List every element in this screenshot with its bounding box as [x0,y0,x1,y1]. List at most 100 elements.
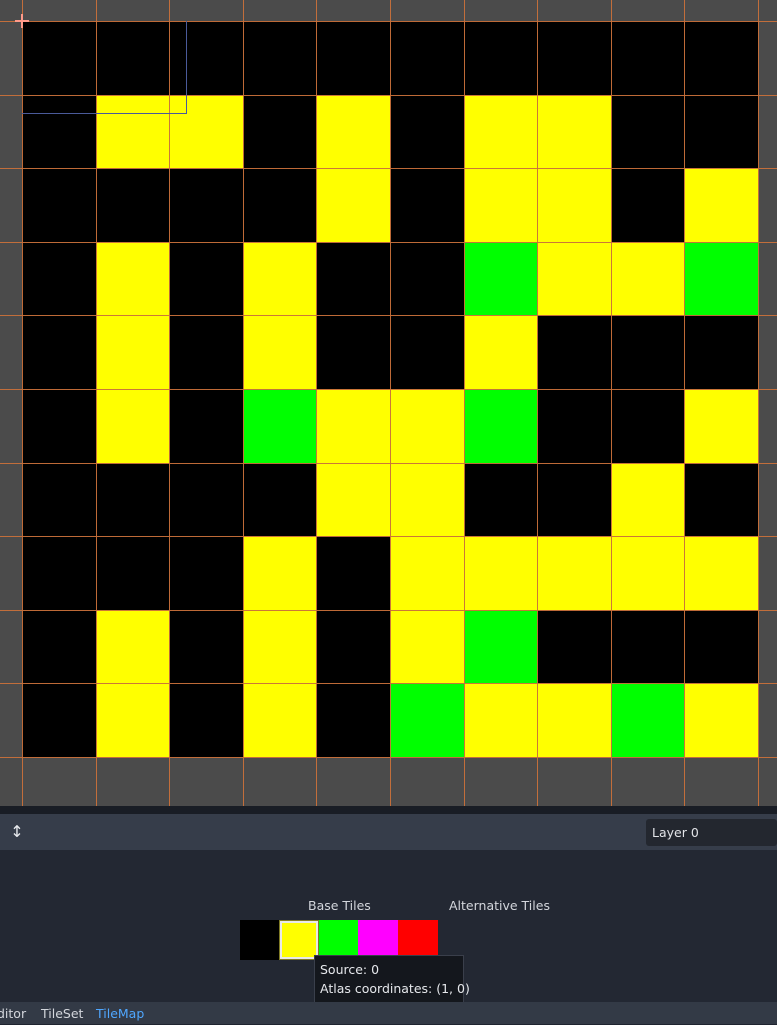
tile-cell[interactable] [463,168,538,243]
panel-splitter[interactable] [0,806,777,814]
tile-cell[interactable] [169,609,244,684]
tile-cell[interactable] [537,609,612,684]
tile-swatch[interactable] [279,920,320,960]
tile-cell[interactable] [242,94,317,169]
tile-cell[interactable] [610,609,685,684]
tile-cell[interactable] [463,389,538,463]
tile-cell[interactable] [610,94,685,169]
tile-cell[interactable] [463,683,538,758]
tile-cell[interactable] [316,536,391,611]
tile-cell[interactable] [537,536,612,611]
tile-cell[interactable] [390,241,464,316]
tab-tilemap[interactable]: TileMap [96,1003,144,1025]
tile-cell[interactable] [169,536,244,611]
tile-cell[interactable] [22,168,96,243]
tile-cell[interactable] [242,315,317,390]
tile-cell[interactable] [390,609,464,684]
tile-cell[interactable] [684,241,759,316]
tile-cell[interactable] [169,462,244,537]
tile-cell[interactable] [610,168,685,243]
tab-editor[interactable]: ditor [0,1003,26,1025]
tile-cell[interactable] [242,462,317,537]
tile-cell[interactable] [463,21,538,95]
tile-cell[interactable] [242,609,317,684]
tile-cell[interactable] [95,94,170,169]
tile-cell[interactable] [463,609,538,684]
tile-cell[interactable] [463,315,538,390]
tile-cell[interactable] [95,168,170,243]
tile-cell[interactable] [169,168,244,243]
tile-cell[interactable] [390,21,464,95]
tile-cell[interactable] [537,462,612,537]
tile-cell[interactable] [537,315,612,390]
tile-cell[interactable] [316,241,391,316]
tile-cell[interactable] [537,389,612,463]
tile-cell[interactable] [22,241,96,316]
tile-cell[interactable] [537,21,612,95]
tile-cell[interactable] [316,21,391,95]
tile-cell[interactable] [95,389,170,463]
tile-cell[interactable] [242,21,317,95]
tile-cell[interactable] [684,683,759,758]
tile-cell[interactable] [242,536,317,611]
tile-cell[interactable] [463,536,538,611]
tile-cell[interactable] [316,315,391,390]
tile-cell[interactable] [169,389,244,463]
tile-cell[interactable] [390,315,464,390]
tile-cell[interactable] [316,462,391,537]
tile-cell[interactable] [390,94,464,169]
tile-cell[interactable] [537,241,612,316]
tile-swatch[interactable] [318,920,359,960]
tile-cell[interactable] [316,94,391,169]
tile-cell[interactable] [95,315,170,390]
tile-cell[interactable] [610,389,685,463]
tile-cell[interactable] [95,21,170,95]
tilemap-viewport[interactable] [0,0,777,806]
tile-cell[interactable] [390,683,464,758]
tile-cell[interactable] [684,536,759,611]
tile-cell[interactable] [242,389,317,463]
tile-cell[interactable] [684,462,759,537]
tile-cell[interactable] [95,609,170,684]
tile-cell[interactable] [22,21,96,95]
tile-cell[interactable] [22,389,96,463]
tile-swatch[interactable] [240,920,280,960]
tile-cell[interactable] [610,21,685,95]
tile-cell[interactable] [390,536,464,611]
tile-cell[interactable] [390,462,464,537]
tile-cell[interactable] [463,462,538,537]
tile-swatch[interactable] [358,920,399,960]
tile-cell[interactable] [537,168,612,243]
tile-cell[interactable] [242,683,317,758]
tile-cell[interactable] [463,241,538,316]
tile-cell[interactable] [684,389,759,463]
tile-cell[interactable] [22,315,96,390]
tile-cell[interactable] [316,683,391,758]
tile-cell[interactable] [95,536,170,611]
tile-cell[interactable] [537,94,612,169]
tile-cell[interactable] [242,168,317,243]
tile-cell[interactable] [22,536,96,611]
tile-cell[interactable] [390,168,464,243]
tile-cell[interactable] [390,389,464,463]
tile-swatch[interactable] [397,920,438,960]
tile-cell[interactable] [169,94,244,169]
tile-cell[interactable] [537,683,612,758]
tile-cell[interactable] [95,241,170,316]
tile-cell[interactable] [610,536,685,611]
tile-cell[interactable] [169,683,244,758]
tile-cell[interactable] [95,462,170,537]
tile-cell[interactable] [684,315,759,390]
tile-cell[interactable] [316,389,391,463]
vertical-resize-icon[interactable]: ↕ [10,822,24,842]
tile-cell[interactable] [610,683,685,758]
tile-cell[interactable] [463,94,538,169]
tile-cell[interactable] [684,94,759,169]
tile-cell[interactable] [316,168,391,243]
tile-cell[interactable] [169,315,244,390]
tab-tileset[interactable]: TileSet [41,1003,83,1025]
tile-cell[interactable] [684,21,759,95]
tile-cell[interactable] [169,21,244,95]
tile-cell[interactable] [22,609,96,684]
tile-cell[interactable] [610,462,685,537]
